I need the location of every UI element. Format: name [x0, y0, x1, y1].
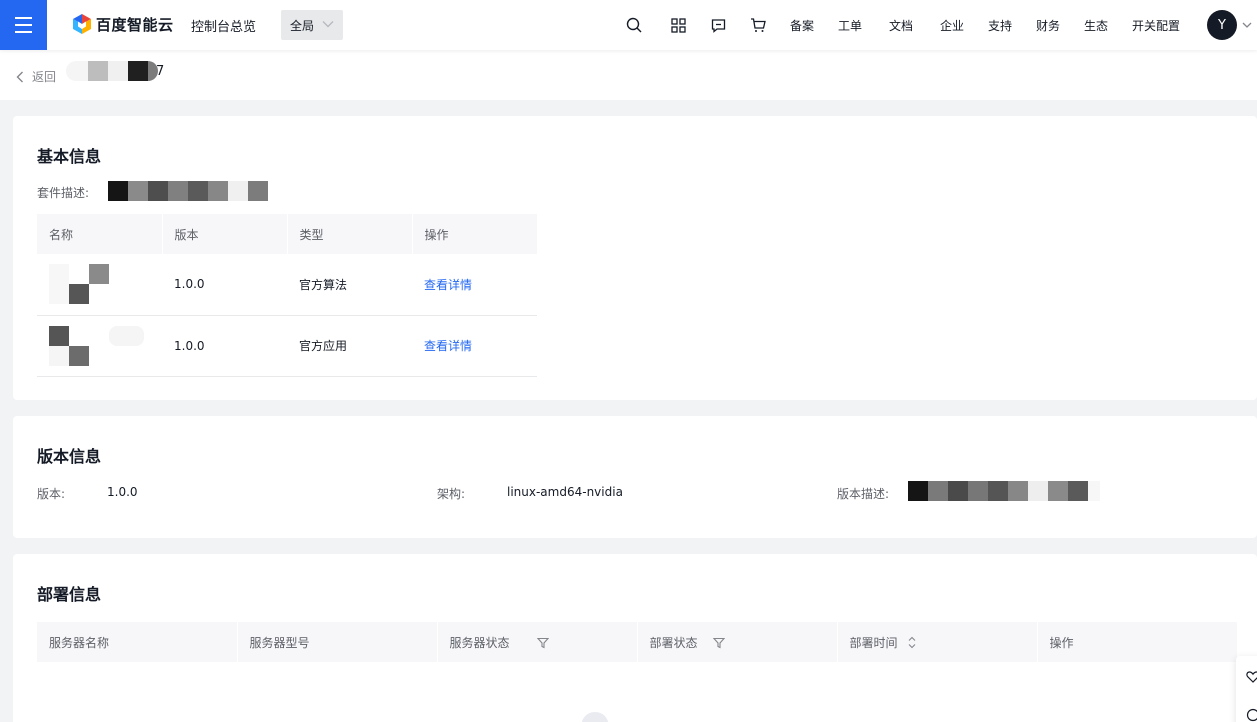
filter-icon[interactable] [713, 637, 726, 649]
back-button[interactable]: 返回 [16, 68, 56, 85]
suite-desc-label: 套件描述: [37, 186, 90, 200]
message-icon[interactable] [708, 15, 728, 35]
arch-value: linux-amd64-nvidia [507, 485, 623, 499]
brand-logo[interactable]: 百度智能云 [72, 13, 174, 35]
deploy-status-label: 部署状态 [649, 635, 698, 650]
avatar[interactable]: Y [1207, 10, 1237, 40]
redacted-block [108, 181, 268, 201]
version-value: 1.0.0 [107, 485, 138, 499]
column-header-name: 名称 [37, 214, 163, 254]
redacted-block [66, 61, 158, 81]
deploy-info-card: 部署信息 服务器名称 服务器型号 服务器状态 部署状态 部署时间 操作 [13, 554, 1257, 722]
back-label: 返回 [32, 70, 57, 84]
region-select[interactable]: 全局 [281, 10, 343, 40]
floating-side-panel[interactable] [1236, 656, 1257, 722]
version-desc-label: 版本描述: [837, 487, 890, 501]
empty-state-icon [581, 712, 609, 722]
chevron-down-icon [322, 21, 334, 28]
package-table: 名称 版本 类型 操作 1.0.0 官方算法 查看详情 1.0.0 官方应用 查… [37, 214, 538, 377]
package-version-cell: 1.0.0 [162, 254, 287, 316]
brand-logo-icon [73, 14, 91, 34]
package-type-cell: 官方应用 [287, 315, 412, 377]
basic-info-title: 基本信息 [37, 147, 102, 166]
version-label: 版本: [37, 487, 66, 501]
chevron-down-icon[interactable] [1241, 19, 1253, 31]
column-header-server-model: 服务器型号 [237, 622, 438, 662]
page-title: 7 [66, 60, 164, 82]
server-status-label: 服务器状态 [449, 635, 510, 650]
nav-link-support[interactable]: 支持 [988, 17, 1012, 34]
table-header-row: 服务器名称 服务器型号 服务器状态 部署状态 部署时间 操作 [37, 622, 1238, 662]
column-header-deploy-action: 操作 [1037, 622, 1238, 662]
grid-icon[interactable] [668, 15, 688, 35]
redacted-block [908, 481, 1100, 501]
view-details-link[interactable]: 查看详情 [424, 339, 472, 353]
nav-link-ecosystem[interactable]: 生态 [1084, 17, 1108, 34]
version-info-card: 版本信息 版本: 1.0.0 架构: linux-amd64-nvidia 版本… [13, 416, 1257, 538]
package-action-cell: 查看详情 [412, 315, 537, 377]
nav-link-ticket[interactable]: 工单 [838, 17, 862, 34]
deploy-info-title: 部署信息 [37, 585, 102, 604]
redacted-block [49, 325, 162, 366]
basic-info-card: 基本信息 套件描述: 名称 版本 类型 操作 1.0.0 官方算法 查看详情 1… [13, 116, 1257, 400]
redacted-block [49, 264, 162, 305]
table-header-row: 名称 版本 类型 操作 [37, 214, 538, 254]
nav-link-filing[interactable]: 备案 [790, 17, 814, 34]
console-overview-link[interactable]: 控制台总览 [191, 16, 256, 35]
page-header: 返回 7 [0, 50, 1257, 100]
package-name-cell [37, 315, 162, 377]
column-header-action: 操作 [412, 214, 538, 254]
column-header-deploy-status: 部署状态 [637, 622, 838, 662]
deploy-time-label: 部署时间 [849, 635, 898, 650]
table-row: 1.0.0 官方应用 查看详情 [37, 315, 537, 377]
region-select-value: 全局 [290, 18, 315, 33]
column-header-version: 版本 [162, 214, 288, 254]
top-bar: 百度智能云 控制台总览 全局 备案 工单 文档 企业 支持 财务 生态 开关配置… [0, 0, 1257, 50]
column-header-server-status: 服务器状态 [437, 622, 638, 662]
chevron-left-icon [16, 71, 23, 82]
arch-label: 架构: [437, 487, 466, 501]
column-header-deploy-time: 部署时间 [837, 622, 1038, 662]
menu-icon[interactable] [0, 0, 47, 50]
package-type-cell: 官方算法 [287, 254, 412, 316]
cart-icon[interactable] [748, 15, 768, 35]
search-icon[interactable] [624, 15, 644, 35]
column-header-type: 类型 [287, 214, 413, 254]
package-version-cell: 1.0.0 [162, 315, 287, 377]
version-info-title: 版本信息 [37, 447, 102, 466]
heart-icon[interactable] [1246, 670, 1257, 684]
package-action-cell: 查看详情 [412, 254, 537, 316]
nav-link-finance[interactable]: 财务 [1036, 17, 1060, 34]
page-title-suffix: 7 [156, 63, 165, 79]
package-name-cell [37, 254, 162, 316]
view-details-link[interactable]: 查看详情 [424, 278, 472, 292]
nav-link-enterprise[interactable]: 企业 [940, 17, 964, 34]
sort-icon[interactable] [907, 636, 917, 649]
help-icon[interactable] [1246, 708, 1257, 722]
nav-link-switch-config[interactable]: 开关配置 [1132, 17, 1180, 34]
table-row: 1.0.0 官方算法 查看详情 [37, 254, 537, 316]
brand-name: 百度智能云 [96, 15, 174, 34]
deploy-table: 服务器名称 服务器型号 服务器状态 部署状态 部署时间 操作 [37, 622, 1238, 662]
filter-icon[interactable] [537, 637, 550, 649]
column-header-server-name: 服务器名称 [37, 622, 238, 662]
nav-link-docs[interactable]: 文档 [889, 17, 913, 34]
